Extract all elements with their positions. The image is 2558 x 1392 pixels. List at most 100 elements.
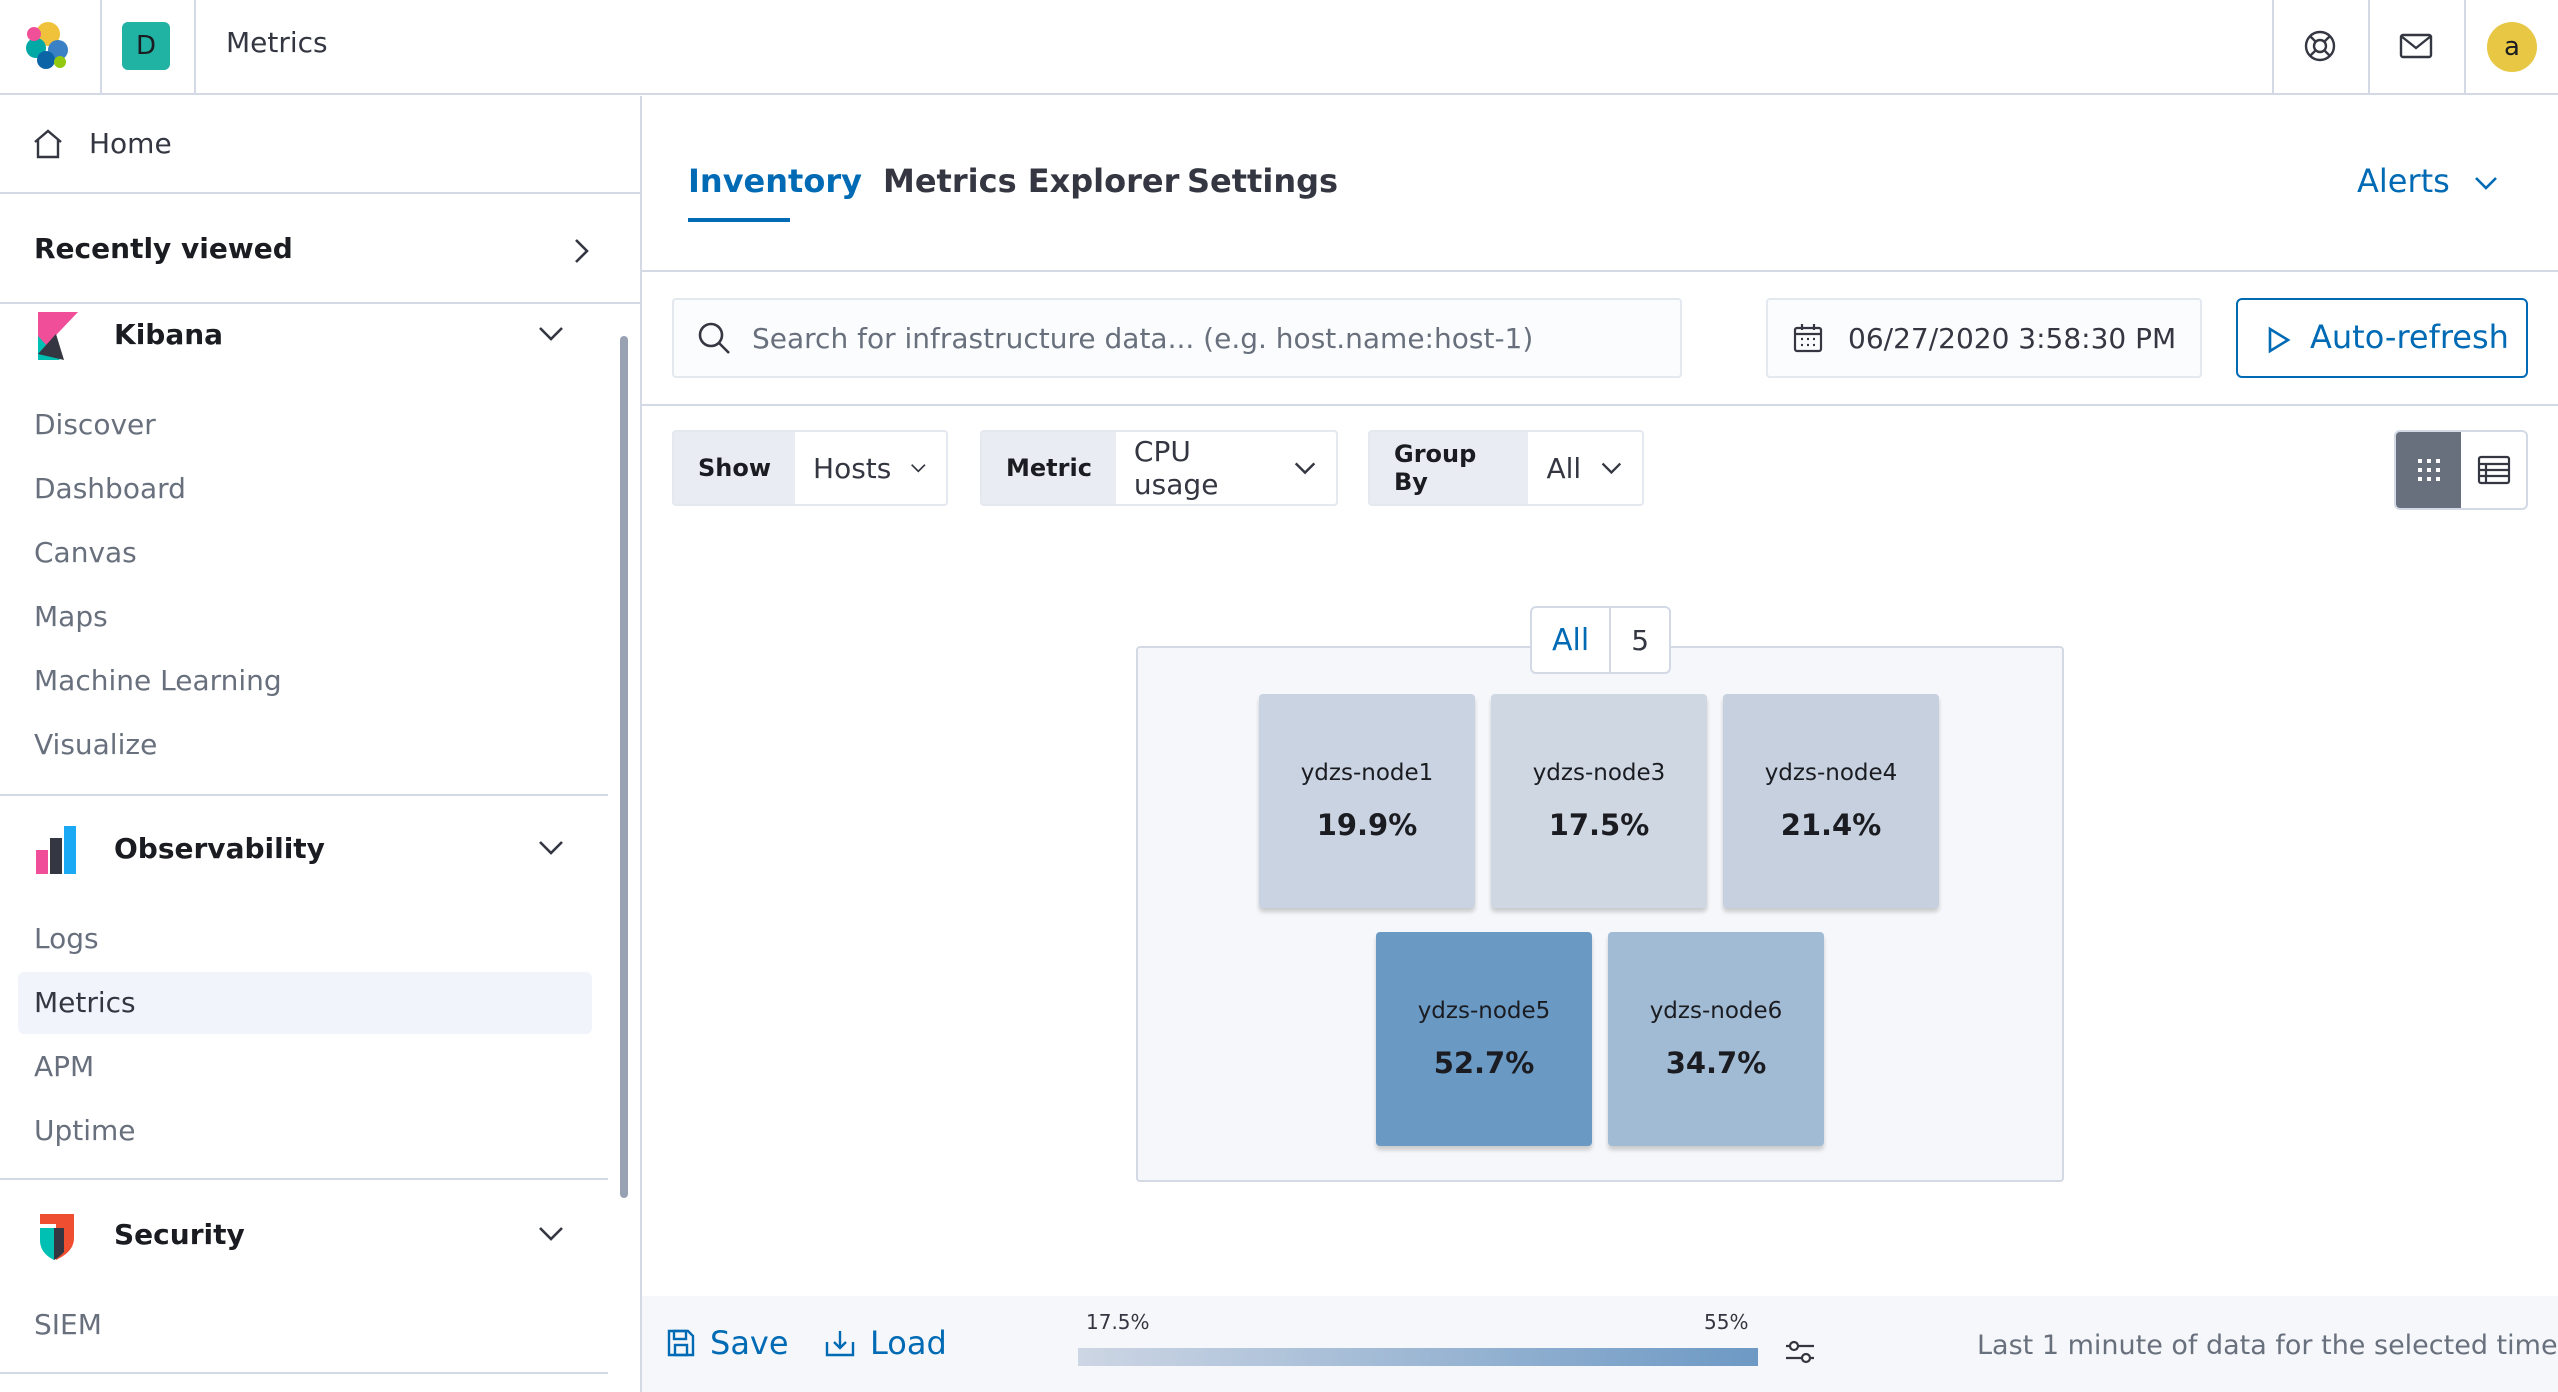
nav-item-machine-learning[interactable]: Machine Learning	[34, 664, 282, 697]
side-nav: Home Recently viewed Kibana Discover Das…	[0, 96, 642, 1392]
nav-home[interactable]: Home	[0, 96, 640, 194]
chevron-down-icon[interactable]	[536, 832, 566, 862]
view-toggle	[2394, 430, 2528, 510]
query-bar: Search for infrastructure data... (e.g. …	[642, 274, 2558, 406]
metric-picker[interactable]: Metric CPU usage	[980, 430, 1338, 506]
nav-item-maps[interactable]: Maps	[34, 600, 108, 633]
main-content: Inventory Metrics Explorer Settings Aler…	[642, 96, 2558, 1392]
alerts-menu[interactable]: Alerts	[2357, 162, 2500, 200]
nav-item-logs[interactable]: Logs	[34, 922, 99, 955]
date-value: 06/27/2020 3:58:30 PM	[1848, 322, 2177, 355]
waffle-node[interactable]: ydzs-node6 34.7%	[1608, 932, 1824, 1146]
chevron-down-icon	[1294, 462, 1316, 475]
auto-refresh-button[interactable]: Auto-refresh	[2236, 298, 2528, 378]
nav-divider	[0, 794, 608, 796]
calendar-icon	[1793, 324, 1823, 353]
chevron-down-icon	[911, 464, 926, 473]
kibana-logo-icon	[38, 312, 78, 360]
header-divider	[194, 0, 196, 94]
date-picker[interactable]: 06/27/2020 3:58:30 PM	[1766, 298, 2202, 378]
user-avatar[interactable]: a	[2487, 22, 2537, 72]
sidebar-scrollbar[interactable]	[620, 336, 628, 1198]
observability-logo-icon	[36, 826, 76, 874]
app-tabs: Inventory Metrics Explorer Settings Aler…	[642, 96, 2558, 272]
breadcrumb: Metrics	[226, 26, 328, 59]
group-by-picker[interactable]: Group By All	[1368, 430, 1644, 506]
search-icon	[698, 322, 730, 354]
play-icon	[2268, 326, 2291, 354]
map-view-button[interactable]	[2396, 432, 2461, 508]
node-name: ydzs-node1	[1300, 760, 1434, 786]
help-icon[interactable]	[2296, 22, 2344, 70]
chevron-down-icon	[2475, 177, 2497, 190]
waffle-node[interactable]: ydzs-node4 21.4%	[1723, 694, 1939, 908]
header-divider	[2272, 0, 2274, 94]
nav-home-label: Home	[89, 127, 172, 160]
waffle-node[interactable]: ydzs-node3 17.5%	[1491, 694, 1707, 908]
recently-viewed[interactable]: Recently viewed	[0, 194, 640, 304]
nav-divider	[0, 1372, 608, 1374]
legend-controls-icon[interactable]	[1784, 1338, 1816, 1366]
nav-item-uptime[interactable]: Uptime	[34, 1114, 136, 1147]
metric-picker-prefix: Metric	[982, 432, 1116, 504]
tab-metrics-explorer[interactable]: Metrics Explorer	[883, 162, 1179, 200]
table-view-button[interactable]	[2461, 432, 2526, 508]
nav-item-metrics[interactable]: Metrics	[34, 986, 136, 1019]
header-divider	[2464, 0, 2466, 94]
grid-icon	[2417, 459, 2440, 481]
chevron-right-icon	[575, 239, 589, 263]
auto-refresh-label: Auto-refresh	[2310, 318, 2509, 356]
home-icon	[34, 129, 62, 159]
import-icon	[825, 1331, 855, 1357]
chevron-down-icon[interactable]	[536, 318, 566, 348]
top-header: D Metrics a	[0, 0, 2558, 95]
node-name: ydzs-node4	[1764, 760, 1898, 786]
group-tag-label: All	[1532, 608, 1612, 672]
legend-min-value: 17.5%	[1086, 1310, 1150, 1334]
data-window-note: Last 1 minute of data for the selected t…	[1977, 1330, 2558, 1361]
nav-item-discover[interactable]: Discover	[34, 408, 156, 441]
save-button[interactable]: Save	[666, 1324, 789, 1362]
group-by-picker-value: All	[1546, 451, 1582, 485]
nav-item-siem[interactable]: SIEM	[34, 1308, 102, 1341]
header-divider	[2368, 0, 2370, 94]
group-tag[interactable]: All 5	[1530, 606, 1672, 674]
nav-item-apm[interactable]: APM	[34, 1050, 94, 1083]
save-icon	[667, 1329, 695, 1357]
group-tag-count: 5	[1631, 623, 1650, 657]
search-input[interactable]: Search for infrastructure data... (e.g. …	[672, 298, 1682, 378]
tab-inventory[interactable]: Inventory	[688, 162, 862, 200]
waffle-node[interactable]: ydzs-node1 19.9%	[1259, 694, 1475, 908]
security-logo-icon	[40, 1214, 74, 1260]
node-value: 52.7%	[1433, 1046, 1535, 1080]
legend-max-value: 55%	[1704, 1310, 1749, 1334]
waffle-node[interactable]: ydzs-node5 52.7%	[1376, 932, 1592, 1146]
show-picker-value: Hosts	[813, 451, 892, 485]
tab-settings[interactable]: Settings	[1187, 162, 1338, 200]
nav-group-kibana[interactable]: Kibana	[0, 304, 610, 384]
chevron-down-icon[interactable]	[536, 1218, 566, 1248]
elastic-logo[interactable]	[20, 18, 76, 74]
table-icon	[2477, 455, 2510, 485]
space-avatar[interactable]: D	[122, 22, 170, 70]
show-picker-prefix: Show	[674, 432, 796, 504]
nav-item-visualize[interactable]: Visualize	[34, 728, 157, 761]
node-value: 34.7%	[1665, 1046, 1767, 1080]
node-value: 17.5%	[1548, 808, 1650, 842]
node-name: ydzs-node5	[1417, 998, 1551, 1024]
newsfeed-icon[interactable]	[2392, 22, 2440, 70]
load-button[interactable]: Load	[824, 1324, 947, 1362]
nav-item-canvas[interactable]: Canvas	[34, 536, 137, 569]
nav-item-dashboard[interactable]: Dashboard	[34, 472, 186, 505]
alerts-label: Alerts	[2357, 162, 2450, 200]
nav-group-title: Security	[114, 1218, 245, 1251]
recently-viewed-label: Recently viewed	[34, 232, 293, 265]
node-name: ydzs-node6	[1649, 998, 1783, 1024]
nav-group-title: Observability	[114, 832, 325, 865]
nav-group-security[interactable]: Security	[0, 1204, 610, 1284]
active-tab-indicator	[688, 218, 790, 222]
node-value: 19.9%	[1316, 808, 1418, 842]
show-picker[interactable]: Show Hosts	[672, 430, 948, 506]
bottom-action-bar: Save Load 17.5% 55% Last 1 minute of dat…	[642, 1296, 2558, 1392]
nav-group-observability[interactable]: Observability	[0, 818, 610, 898]
